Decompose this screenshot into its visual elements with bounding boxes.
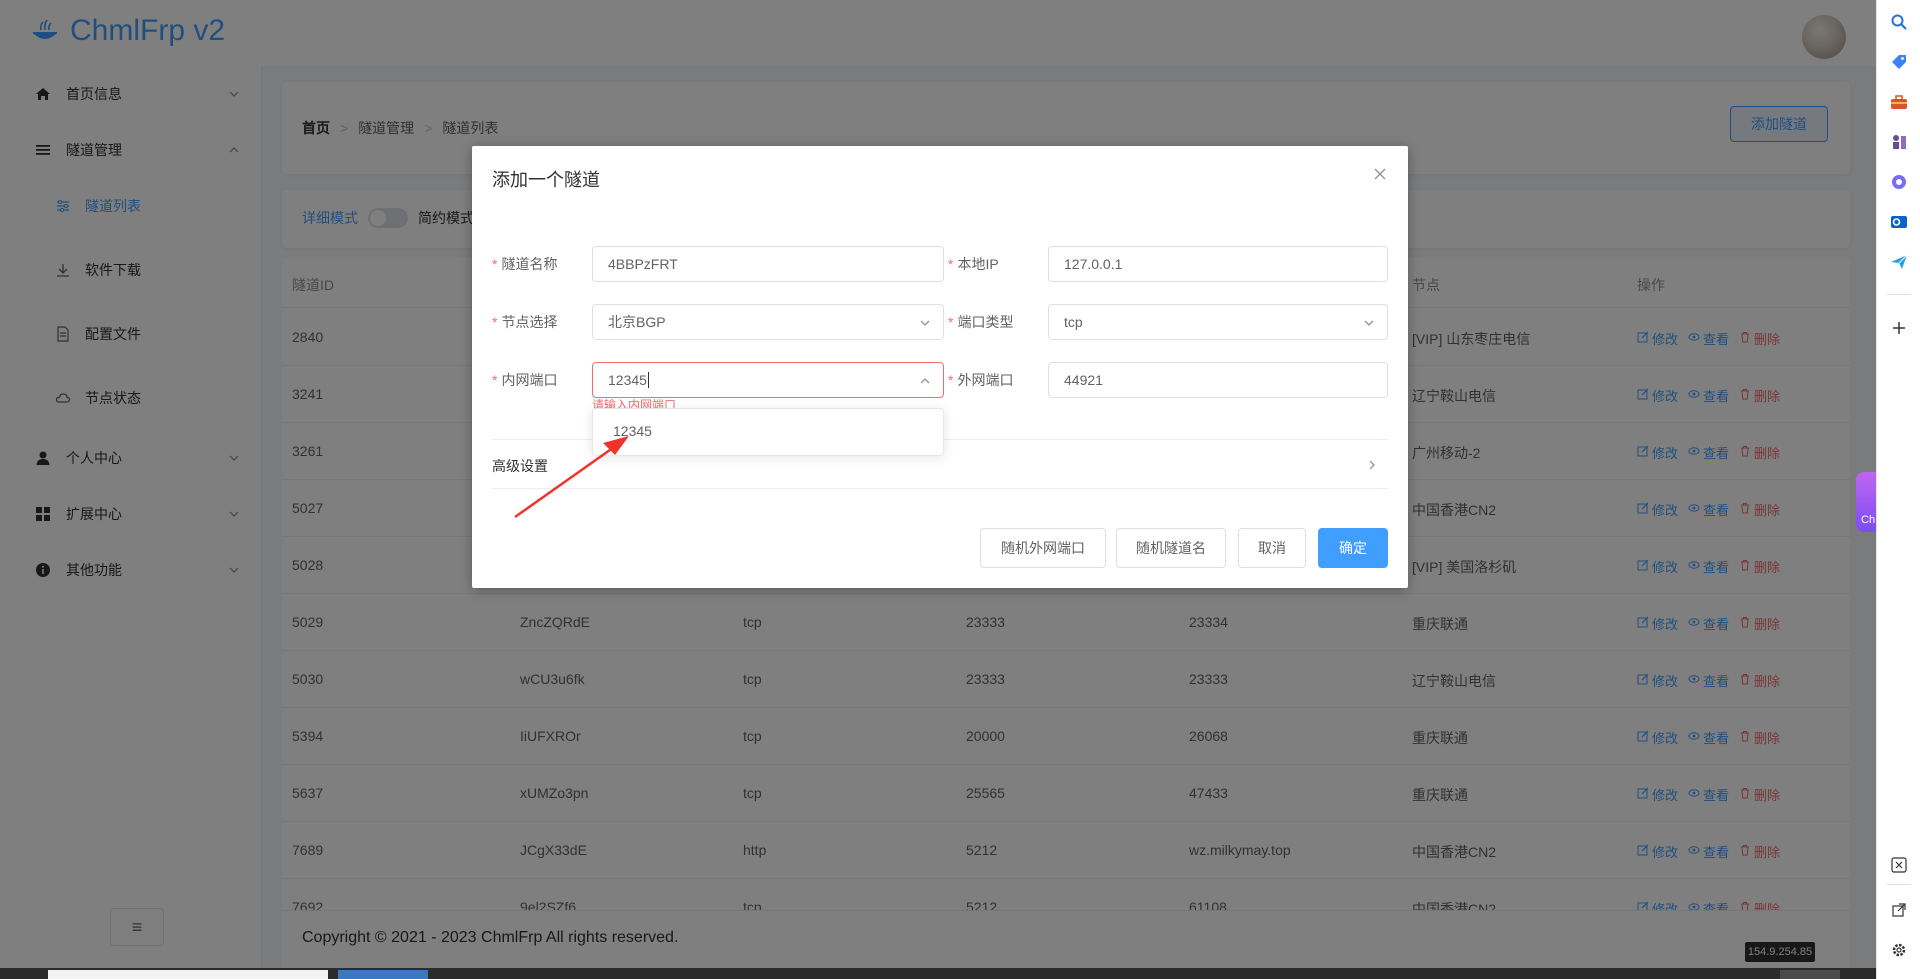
text-caret bbox=[647, 372, 649, 388]
close-icon[interactable] bbox=[1372, 166, 1388, 182]
tunnel-name-input[interactable]: 4BBPzFRT bbox=[592, 246, 944, 282]
taskbar bbox=[0, 968, 1876, 979]
gear-icon[interactable] bbox=[1889, 940, 1909, 960]
port-type-select[interactable]: tcp bbox=[1048, 304, 1388, 340]
cancel-button[interactable]: 取消 bbox=[1238, 528, 1306, 568]
dialog-title: 添加一个隧道 bbox=[492, 170, 600, 190]
remote-port-label: * 外网端口 bbox=[948, 372, 1014, 388]
chevron-up-icon bbox=[920, 378, 930, 384]
random-port-button[interactable]: 随机外网端口 bbox=[980, 528, 1106, 568]
remote-port-input[interactable]: 44921 bbox=[1048, 362, 1388, 398]
screenshot-icon[interactable] bbox=[1889, 855, 1909, 875]
browser-side-panel bbox=[1876, 0, 1920, 979]
random-name-button[interactable]: 随机隧道名 bbox=[1116, 528, 1226, 568]
node-select[interactable]: 北京BGP bbox=[592, 304, 944, 340]
local-ip-input[interactable]: 127.0.0.1 bbox=[1048, 246, 1388, 282]
side-panel-divider bbox=[1887, 884, 1911, 885]
tag-icon[interactable] bbox=[1889, 52, 1909, 72]
confirm-button[interactable]: 确定 bbox=[1318, 528, 1388, 568]
send-icon[interactable] bbox=[1889, 252, 1909, 272]
taskbar-clock bbox=[1780, 970, 1840, 979]
tunnel-name-label: * 隧道名称 bbox=[492, 256, 558, 272]
local-port-label: * 内网端口 bbox=[492, 372, 558, 388]
annotation-arrow-icon bbox=[514, 436, 629, 519]
chevron-down-icon bbox=[920, 320, 930, 326]
chess-icon[interactable] bbox=[1889, 132, 1909, 152]
side-panel-divider bbox=[1887, 294, 1911, 295]
floating-extension-tab[interactable]: Ch bbox=[1856, 472, 1876, 532]
port-type-label: * 端口类型 bbox=[948, 314, 1014, 330]
app-window: ChmlFrp v2 首页信息 隧道管理 隧道列表 bbox=[0, 0, 1876, 968]
plus-icon[interactable] bbox=[1889, 318, 1909, 338]
search-icon[interactable] bbox=[1889, 12, 1909, 32]
taskbar-search[interactable] bbox=[48, 970, 328, 979]
floating-tab-label: Ch bbox=[1861, 514, 1876, 526]
local-ip-label: * 本地IP bbox=[948, 256, 999, 272]
chevron-down-icon bbox=[1364, 320, 1374, 326]
taskbar-app[interactable] bbox=[338, 970, 428, 979]
toolbox-icon[interactable] bbox=[1889, 92, 1909, 112]
node-select-label: * 节点选择 bbox=[492, 314, 558, 330]
outlook-icon[interactable] bbox=[1889, 212, 1909, 232]
copilot-icon[interactable] bbox=[1889, 172, 1909, 192]
chevron-right-icon bbox=[1369, 460, 1375, 470]
external-link-icon[interactable] bbox=[1889, 900, 1909, 920]
local-port-input[interactable]: 12345 bbox=[592, 362, 944, 398]
